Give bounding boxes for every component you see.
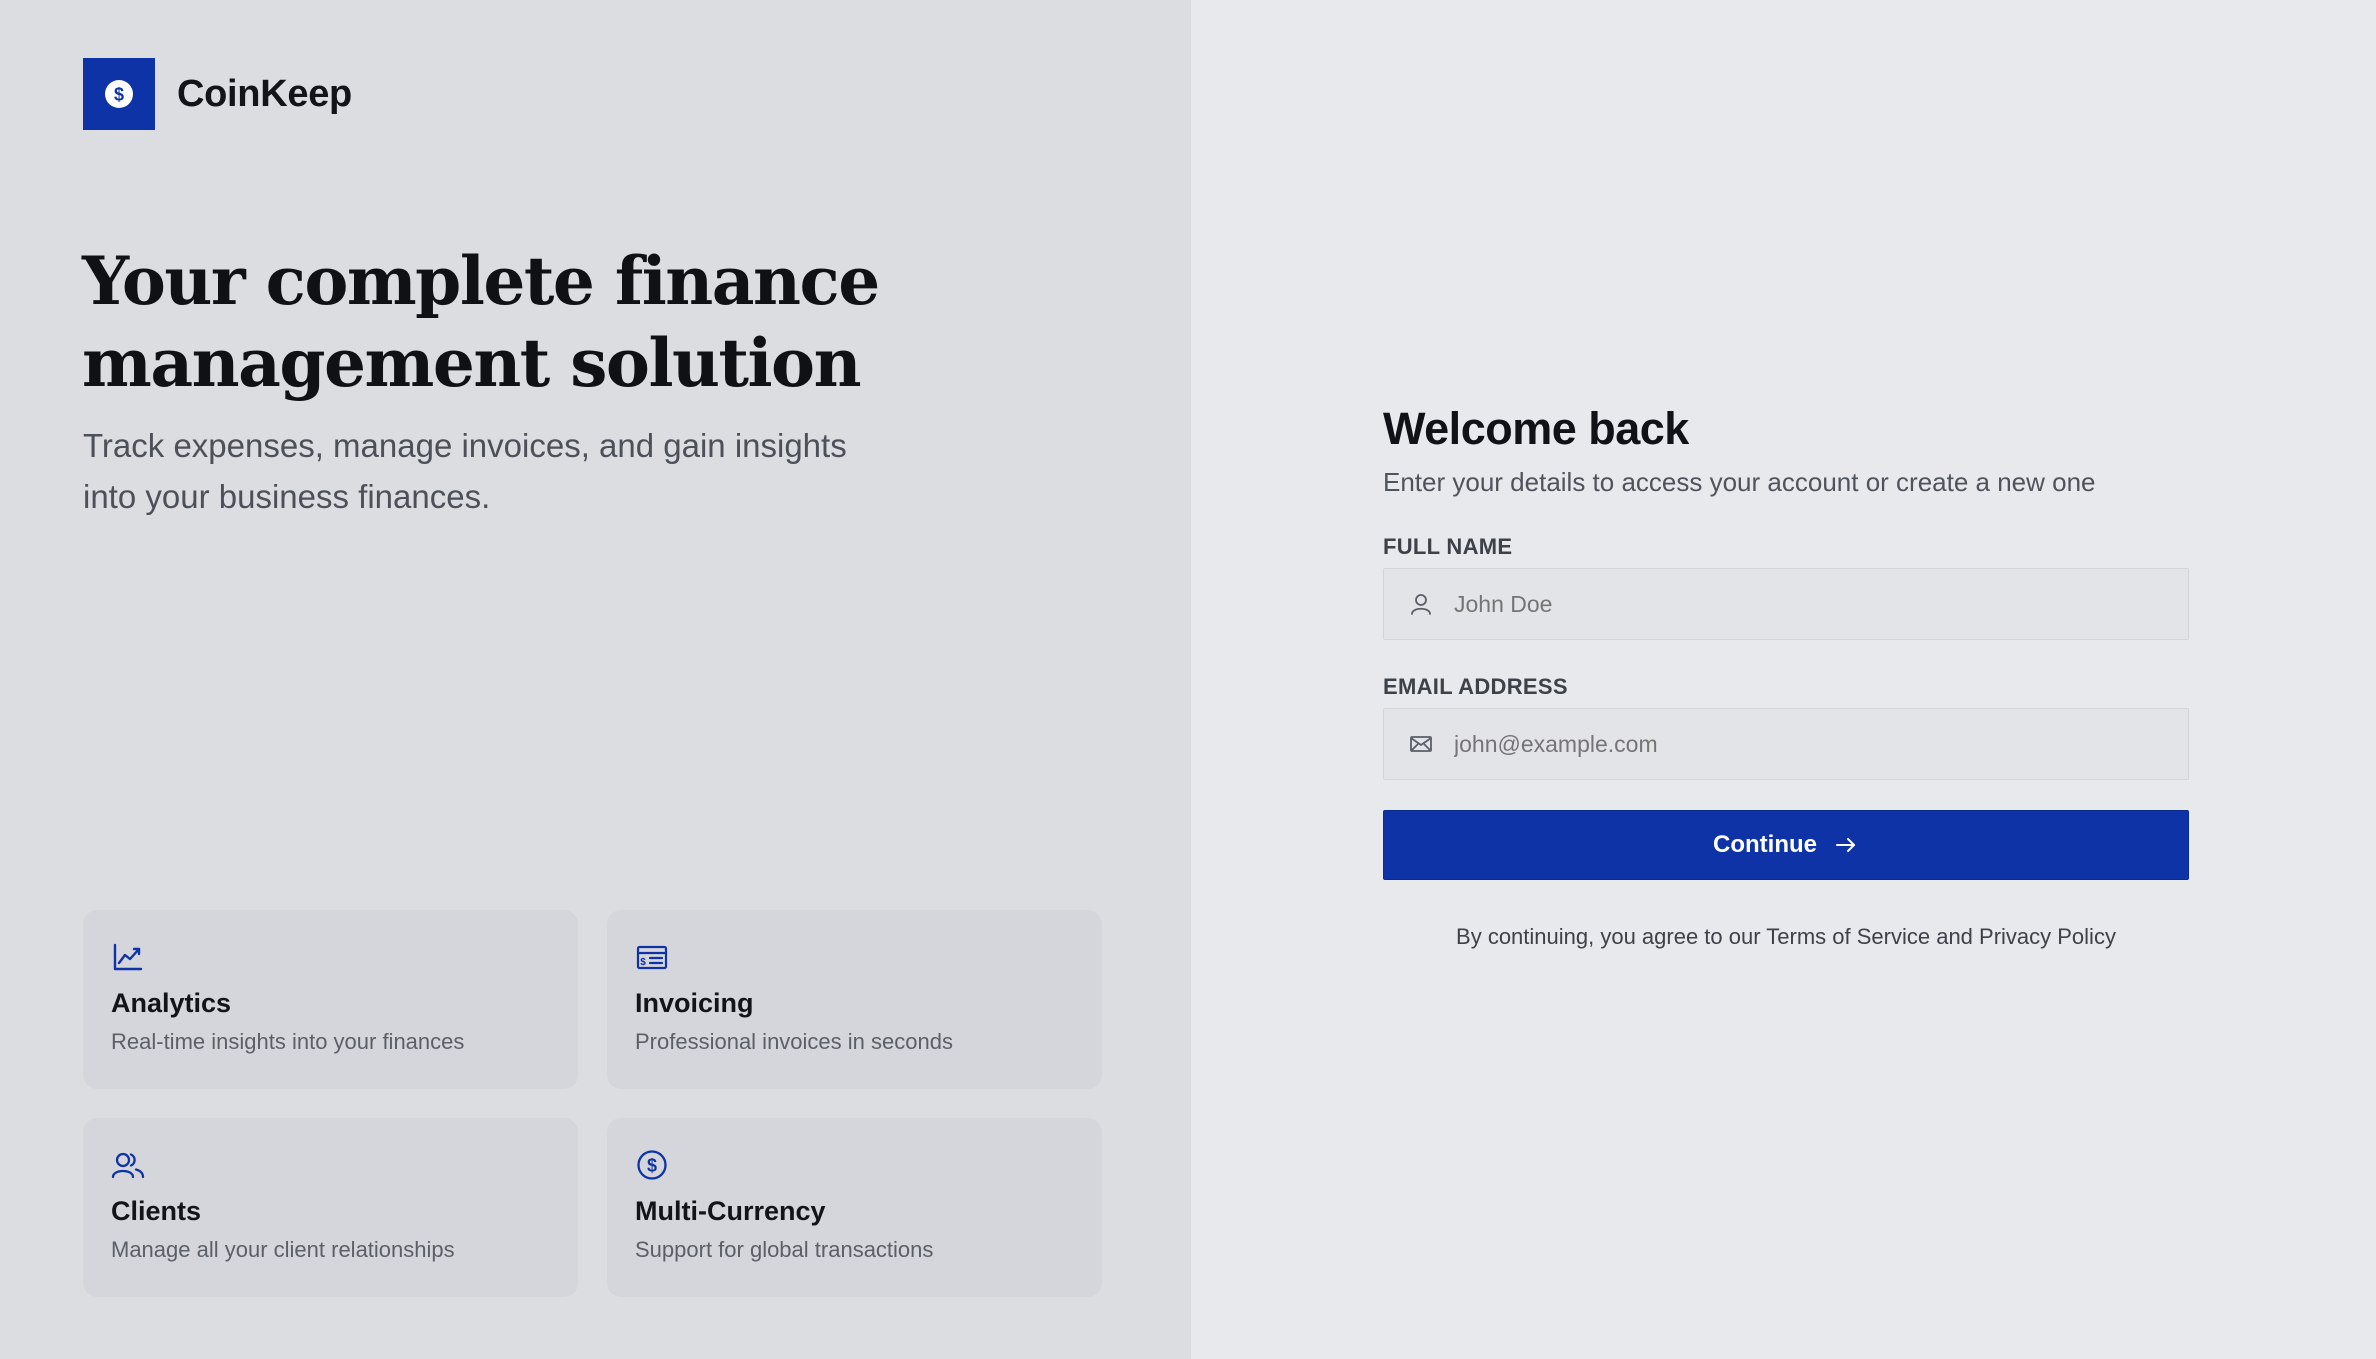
svg-text:$: $ (640, 957, 646, 968)
user-icon (1411, 594, 1431, 615)
feature-title: Multi-Currency (635, 1196, 826, 1226)
svg-text:$: $ (647, 1156, 657, 1176)
email-field[interactable] (1383, 708, 2189, 780)
mail-icon (1410, 736, 1432, 752)
feature-description: Support for global transactions (635, 1237, 934, 1262)
feature-title: Clients (111, 1196, 202, 1226)
feature-card-clients: Clients Manage all your client relations… (83, 1118, 578, 1297)
dollar-circle-icon: $ (83, 58, 155, 130)
continue-label: Continue (1713, 831, 1817, 858)
marketing-panel: $ CoinKeep Your complete finance managem… (0, 0, 1191, 1359)
form-title: Welcome back (1383, 403, 1689, 454)
full-name-input[interactable] (1454, 590, 2188, 618)
hero-subtitle: Track expenses, manage invoices, and gai… (83, 427, 847, 515)
feature-card-multi-currency: $ Multi-Currency Support for global tran… (607, 1118, 1102, 1297)
feature-grid: Analytics Real-time insights into your f… (83, 910, 1102, 1297)
continue-button[interactable]: Continue (1383, 810, 2189, 880)
arrow-right-icon (1835, 838, 1855, 852)
feature-description: Professional invoices in seconds (635, 1029, 953, 1054)
legal-notice: By continuing, you agree to our Terms of… (1456, 924, 2116, 949)
chart-line-icon (111, 940, 145, 974)
brand-name: CoinKeep (177, 72, 352, 115)
full-name-field[interactable] (1383, 568, 2189, 640)
users-icon (111, 1148, 145, 1182)
login-form: Welcome back Enter your details to acces… (1383, 403, 2189, 950)
form-subtitle: Enter your details to access your accoun… (1383, 467, 2096, 497)
email-label: EMAIL ADDRESS (1383, 674, 1568, 699)
brand[interactable]: $ CoinKeep (83, 58, 352, 130)
feature-title: Analytics (111, 988, 232, 1018)
feature-card-analytics: Analytics Real-time insights into your f… (83, 910, 578, 1089)
svg-text:$: $ (114, 85, 124, 105)
feature-description: Real-time insights into your finances (111, 1029, 465, 1054)
email-input[interactable] (1454, 730, 2188, 758)
auth-panel: Welcome back Enter your details to acces… (1191, 0, 2376, 1359)
feature-description: Manage all your client relationships (111, 1237, 455, 1262)
currency-icon: $ (635, 1148, 669, 1182)
full-name-label: FULL NAME (1383, 534, 1513, 559)
invoice-icon: $ (635, 940, 669, 974)
login-page: $ CoinKeep Your complete finance managem… (0, 0, 2376, 1359)
hero-title: Your complete finance management solutio… (82, 242, 880, 402)
feature-title: Invoicing (635, 988, 754, 1018)
feature-card-invoicing: $ Invoicing Professional invoices in sec… (607, 910, 1102, 1089)
